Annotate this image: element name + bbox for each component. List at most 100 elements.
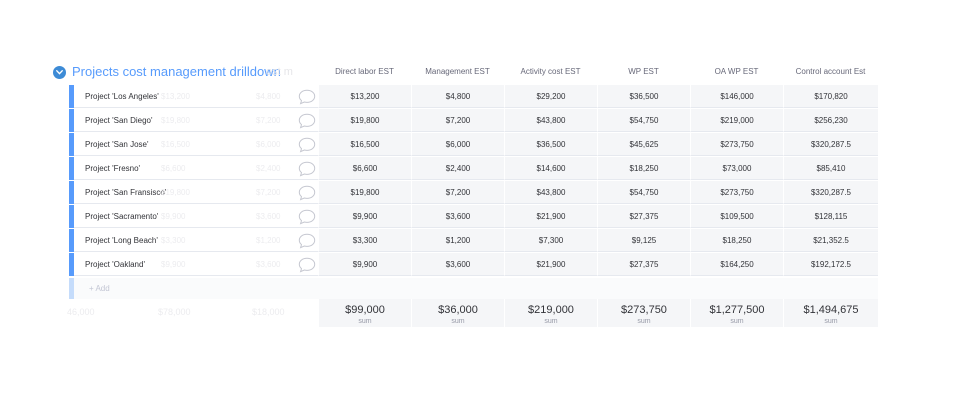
column-header-control-account[interactable]: Control account Est bbox=[783, 64, 878, 80]
group-title[interactable]: Projects cost management drilldown bbox=[72, 63, 281, 81]
cell-control-account[interactable]: $170,820 bbox=[783, 85, 878, 108]
cell-control-account[interactable]: $85,410 bbox=[783, 157, 878, 180]
chat-bubble-icon[interactable] bbox=[298, 257, 316, 273]
column-header-management[interactable]: Management EST bbox=[411, 64, 504, 80]
row-name-cell[interactable]: Project 'San Fransisco' $19,800 $7,200 bbox=[69, 181, 326, 204]
summary-cell-activity-cost[interactable]: $219,000 sum bbox=[504, 299, 597, 327]
cell-control-account[interactable]: $21,352.5 bbox=[783, 229, 878, 252]
cell-wp[interactable]: $54,750 bbox=[597, 181, 690, 204]
cell-direct-labor[interactable]: $9,900 bbox=[318, 205, 411, 228]
chat-bubble-icon[interactable] bbox=[298, 161, 316, 177]
add-item-input[interactable]: + Add bbox=[89, 278, 110, 299]
column-header-oa-wp[interactable]: OA WP EST bbox=[690, 64, 783, 80]
cell-activity-cost[interactable]: $43,800 bbox=[504, 181, 597, 204]
cell-management[interactable]: $3,600 bbox=[411, 253, 504, 276]
chat-bubble-icon[interactable] bbox=[298, 233, 316, 249]
summary-label: sum bbox=[730, 318, 744, 325]
chat-bubble-icon[interactable] bbox=[298, 185, 316, 201]
summary-cell-oa-wp[interactable]: $1,277,500 sum bbox=[690, 299, 783, 327]
table-row[interactable]: Project 'Sacramento' $9,900 $3,600 $9,90… bbox=[69, 205, 878, 228]
cell-wp[interactable]: $27,375 bbox=[597, 205, 690, 228]
chat-bubble-icon[interactable] bbox=[298, 137, 316, 153]
row-name-cell[interactable]: Project 'Fresno' $6,600 $2,400 bbox=[69, 157, 326, 180]
cell-activity-cost[interactable]: $21,900 bbox=[504, 253, 597, 276]
add-item-row[interactable]: + Add bbox=[69, 278, 878, 299]
table-row[interactable]: Project 'San Fransisco' $19,800 $7,200 $… bbox=[69, 181, 878, 204]
row-color-bar bbox=[69, 229, 74, 252]
row-name[interactable]: Project 'San Diego' bbox=[85, 109, 153, 132]
cell-activity-cost[interactable]: $21,900 bbox=[504, 205, 597, 228]
cell-oa-wp[interactable]: $164,250 bbox=[690, 253, 783, 276]
table-row[interactable]: Project 'Long Beach' $3,300 $1,200 $3,30… bbox=[69, 229, 878, 252]
cell-management[interactable]: $7,200 bbox=[411, 109, 504, 132]
table-row[interactable]: Project 'Los Angeles' $13,200 $4,800 $13… bbox=[69, 85, 878, 108]
cell-oa-wp[interactable]: $219,000 bbox=[690, 109, 783, 132]
cell-activity-cost[interactable]: $36,500 bbox=[504, 133, 597, 156]
cell-wp[interactable]: $45,625 bbox=[597, 133, 690, 156]
row-name-cell[interactable]: Project 'Los Angeles' $13,200 $4,800 bbox=[69, 85, 326, 108]
cell-wp[interactable]: $27,375 bbox=[597, 253, 690, 276]
row-name[interactable]: Project 'Long Beach' bbox=[85, 229, 158, 252]
cell-direct-labor[interactable]: $9,900 bbox=[318, 253, 411, 276]
cell-management[interactable]: $4,800 bbox=[411, 85, 504, 108]
table-row[interactable]: Project 'San Jose' $16,500 $6,000 $16,50… bbox=[69, 133, 878, 156]
table-row[interactable]: Project 'Oakland' $9,900 $3,600 $9,900 $… bbox=[69, 253, 878, 276]
cell-control-account[interactable]: $320,287.5 bbox=[783, 133, 878, 156]
cell-direct-labor[interactable]: $19,800 bbox=[318, 109, 411, 132]
summary-cell-direct-labor[interactable]: $99,000 sum bbox=[318, 299, 411, 327]
summary-cell-control-account[interactable]: $1,494,675 sum bbox=[783, 299, 878, 327]
column-header-direct-labor[interactable]: Direct labor EST bbox=[318, 64, 411, 80]
column-header-activity-cost[interactable]: Activity cost EST bbox=[504, 64, 597, 80]
chat-bubble-icon[interactable] bbox=[298, 209, 316, 225]
row-name[interactable]: Project 'Sacramento' bbox=[85, 205, 158, 228]
row-name[interactable]: Project 'Los Angeles' bbox=[85, 85, 159, 108]
cell-control-account[interactable]: $320,287.5 bbox=[783, 181, 878, 204]
row-name[interactable]: Project 'Fresno' bbox=[85, 157, 140, 180]
row-name[interactable]: Project 'San Fransisco' bbox=[85, 181, 166, 204]
row-name-cell[interactable]: Project 'Oakland' $9,900 $3,600 bbox=[69, 253, 326, 276]
cell-oa-wp[interactable]: $73,000 bbox=[690, 157, 783, 180]
cell-oa-wp[interactable]: $18,250 bbox=[690, 229, 783, 252]
cell-direct-labor[interactable]: $3,300 bbox=[318, 229, 411, 252]
cell-control-account[interactable]: $192,172.5 bbox=[783, 253, 878, 276]
row-name-cell[interactable]: Project 'San Diego' $19,800 $7,200 bbox=[69, 109, 326, 132]
cell-activity-cost[interactable]: $29,200 bbox=[504, 85, 597, 108]
table-row[interactable]: Project 'Fresno' $6,600 $2,400 $6,600 $2… bbox=[69, 157, 878, 180]
cell-activity-cost[interactable]: $7,300 bbox=[504, 229, 597, 252]
cell-management[interactable]: $2,400 bbox=[411, 157, 504, 180]
row-name[interactable]: Project 'San Jose' bbox=[85, 133, 149, 156]
cell-activity-cost[interactable]: $43,800 bbox=[504, 109, 597, 132]
cell-activity-cost[interactable]: $14,600 bbox=[504, 157, 597, 180]
summary-cell-management[interactable]: $36,000 sum bbox=[411, 299, 504, 327]
cell-wp[interactable]: $54,750 bbox=[597, 109, 690, 132]
cell-management[interactable]: $7,200 bbox=[411, 181, 504, 204]
row-name[interactable]: Project 'Oakland' bbox=[85, 253, 145, 276]
row-name-cell[interactable]: Project 'San Jose' $16,500 $6,000 bbox=[69, 133, 326, 156]
cell-direct-labor[interactable]: $6,600 bbox=[318, 157, 411, 180]
row-color-bar bbox=[69, 205, 74, 228]
cell-management[interactable]: $1,200 bbox=[411, 229, 504, 252]
cell-direct-labor[interactable]: $16,500 bbox=[318, 133, 411, 156]
cell-wp[interactable]: $18,250 bbox=[597, 157, 690, 180]
row-name-cell[interactable]: Project 'Long Beach' $3,300 $1,200 bbox=[69, 229, 326, 252]
summary-cell-wp[interactable]: $273,750 sum bbox=[597, 299, 690, 327]
column-header-wp[interactable]: WP EST bbox=[597, 64, 690, 80]
cell-direct-labor[interactable]: $19,800 bbox=[318, 181, 411, 204]
chevron-down-circle-icon[interactable] bbox=[53, 66, 66, 79]
chat-bubble-icon[interactable] bbox=[298, 89, 316, 105]
cell-oa-wp[interactable]: $273,750 bbox=[690, 133, 783, 156]
cell-oa-wp[interactable]: $109,500 bbox=[690, 205, 783, 228]
row-name-cell[interactable]: Project 'Sacramento' $9,900 $3,600 bbox=[69, 205, 326, 228]
cell-management[interactable]: $3,600 bbox=[411, 205, 504, 228]
summary-ghost-value: $78,000 bbox=[158, 307, 191, 317]
table-row[interactable]: Project 'San Diego' $19,800 $7,200 $19,8… bbox=[69, 109, 878, 132]
cell-control-account[interactable]: $128,115 bbox=[783, 205, 878, 228]
cell-control-account[interactable]: $256,230 bbox=[783, 109, 878, 132]
cell-direct-labor[interactable]: $13,200 bbox=[318, 85, 411, 108]
cell-oa-wp[interactable]: $146,000 bbox=[690, 85, 783, 108]
cell-oa-wp[interactable]: $273,750 bbox=[690, 181, 783, 204]
cell-wp[interactable]: $9,125 bbox=[597, 229, 690, 252]
cell-management[interactable]: $6,000 bbox=[411, 133, 504, 156]
cell-wp[interactable]: $36,500 bbox=[597, 85, 690, 108]
chat-bubble-icon[interactable] bbox=[298, 113, 316, 129]
